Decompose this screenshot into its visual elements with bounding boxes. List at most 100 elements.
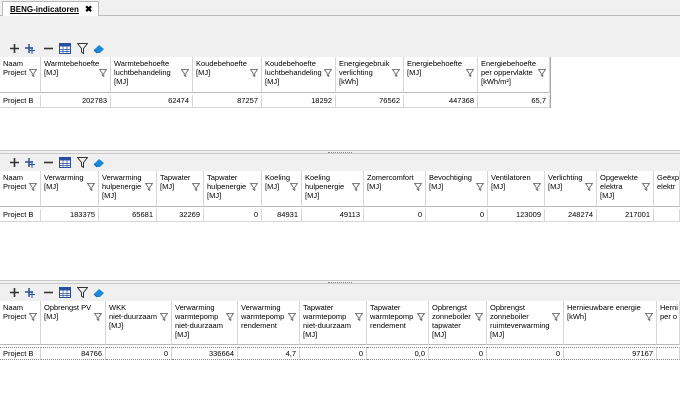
column-filter-icon[interactable] [323,69,333,78]
table-cell[interactable]: 0 [364,209,426,222]
column-header[interactable]: Naam Project [0,171,41,207]
add-sub-icon[interactable] [25,157,37,169]
column-header[interactable]: Energiebehoefte [MJ] [404,57,478,93]
table-cell[interactable]: 447368 [404,95,478,108]
table-cell[interactable]: 18292 [262,95,336,108]
column-filter-icon[interactable] [537,69,547,78]
column-header[interactable]: WKK niet-duurzaam [MJ] [106,301,172,345]
table-cell[interactable]: 65,7 [478,95,550,108]
table-cell[interactable]: 0 [429,347,487,360]
column-filter-icon[interactable] [474,313,484,322]
column-header[interactable]: Koeling hulpenergie [MJ] [302,171,364,207]
table-cell[interactable]: 4,7 [238,347,300,360]
eraser-icon[interactable] [93,43,105,55]
table-cell[interactable]: 217001 [597,209,654,222]
table-cell[interactable]: 0 [426,209,488,222]
row-name-cell[interactable]: Project B [0,347,41,360]
column-filter-icon[interactable] [465,69,475,78]
table-icon[interactable] [59,157,71,169]
close-tab-icon[interactable]: ✖ [85,4,93,14]
table-cell[interactable]: 0 [487,347,564,360]
eraser-icon[interactable] [93,157,105,169]
splitter-grip[interactable] [328,282,352,283]
add-sub-icon[interactable] [25,287,37,299]
column-header[interactable]: Bevochtiging [MJ] [426,171,488,207]
column-filter-icon[interactable] [28,183,38,192]
column-filter-icon[interactable] [289,183,299,192]
column-filter-icon[interactable] [98,69,108,78]
table-cell[interactable]: 0 [300,347,367,360]
column-filter-icon[interactable] [391,69,401,78]
row-name-cell[interactable]: Project B [0,209,41,222]
column-header[interactable]: Warmtebehoefte luchtbehandeling [MJ] [111,57,193,93]
table-cell[interactable]: 0 [106,347,172,360]
column-filter-icon[interactable] [475,183,485,192]
column-filter-icon[interactable] [144,183,154,192]
table-cell[interactable]: 32269 [157,209,204,222]
column-header[interactable]: Herni per o [657,301,680,345]
remove-icon[interactable] [42,287,54,299]
column-filter-icon[interactable] [225,313,235,322]
column-header[interactable]: Geëxp elektr [654,171,680,207]
row-name-cell[interactable]: Project B [0,95,41,108]
table-cell[interactable]: 97167 [564,347,657,360]
column-header[interactable]: Tapwater warmtepomp rendement [367,301,429,345]
table-cell[interactable]: 248274 [545,209,597,222]
column-header[interactable]: Verwarming [MJ] [41,171,99,207]
add-icon[interactable] [8,43,20,55]
column-filter-icon[interactable] [413,183,423,192]
column-filter-icon[interactable] [159,313,169,322]
column-header[interactable]: Koudebehoefte luchtbehandeling [MJ] [262,57,336,93]
tab-beng-indicatoren[interactable]: BENG-indicatoren ✖ [2,1,100,16]
column-header[interactable]: Ventilatoren [MJ] [488,171,545,207]
table-icon[interactable] [59,43,71,55]
column-header[interactable]: Energiegebruik verlichting [kWh] [336,57,404,93]
column-filter-icon[interactable] [351,183,361,192]
remove-icon[interactable] [42,43,54,55]
table-cell[interactable] [654,209,680,222]
column-filter-icon[interactable] [584,183,594,192]
column-header[interactable]: Zomercomfort [MJ] [364,171,426,207]
column-header[interactable]: Koeling [MJ] [262,171,302,207]
table-cell[interactable]: 65681 [99,209,157,222]
column-filter-icon[interactable] [86,183,96,192]
column-header[interactable]: Opbrengst zonneboiler tapwater [MJ] [429,301,487,345]
column-filter-icon[interactable] [249,183,259,192]
table-cell[interactable]: 76562 [336,95,404,108]
column-filter-icon[interactable] [641,183,651,192]
column-header[interactable]: Verwarming hulpenergie [MJ] [99,171,157,207]
table-cell[interactable]: 62474 [111,95,193,108]
filter-icon[interactable] [76,157,88,169]
table-cell[interactable]: 0 [204,209,262,222]
table-cell[interactable]: 183375 [41,209,99,222]
column-header[interactable]: Opbrengst PV [MJ] [41,301,106,345]
column-filter-icon[interactable] [532,183,542,192]
splitter-grip[interactable] [328,152,352,153]
table-cell[interactable]: 123009 [488,209,545,222]
table-icon[interactable] [59,287,71,299]
table-cell[interactable]: 87257 [193,95,262,108]
table-cell[interactable]: 49113 [302,209,364,222]
column-header[interactable]: Tapwater hulpenergie [MJ] [204,171,262,207]
remove-icon[interactable] [42,157,54,169]
column-header[interactable]: Opgewekte elektra [MJ] [597,171,654,207]
column-header[interactable]: Tapwater warmtepomp niet-duurzaam [MJ] [300,301,367,345]
column-header[interactable]: Koudebehoefte [MJ] [193,57,262,93]
column-header[interactable]: Tapwater [MJ] [157,171,204,207]
column-filter-icon[interactable] [28,313,38,322]
filter-icon[interactable] [76,43,88,55]
column-header[interactable]: Opbrengst zonneboiler ruimteverwarming [… [487,301,564,345]
column-filter-icon[interactable] [644,313,654,322]
filter-icon[interactable] [76,287,88,299]
column-filter-icon[interactable] [249,69,259,78]
table-cell[interactable]: 84931 [262,209,302,222]
column-header[interactable]: Verwarming warmtepomp niet-duurzaam [MJ] [172,301,238,345]
column-filter-icon[interactable] [93,313,103,322]
column-filter-icon[interactable] [551,313,561,322]
table-cell[interactable]: 84766 [41,347,106,360]
column-header[interactable]: Energiebehoefte per oppervlakte [kWh/m²] [478,57,550,93]
table-cell[interactable] [657,347,680,360]
eraser-icon[interactable] [93,287,105,299]
column-header[interactable]: Hernieuwbare energie [kWh] [564,301,657,345]
column-filter-icon[interactable] [287,313,297,322]
